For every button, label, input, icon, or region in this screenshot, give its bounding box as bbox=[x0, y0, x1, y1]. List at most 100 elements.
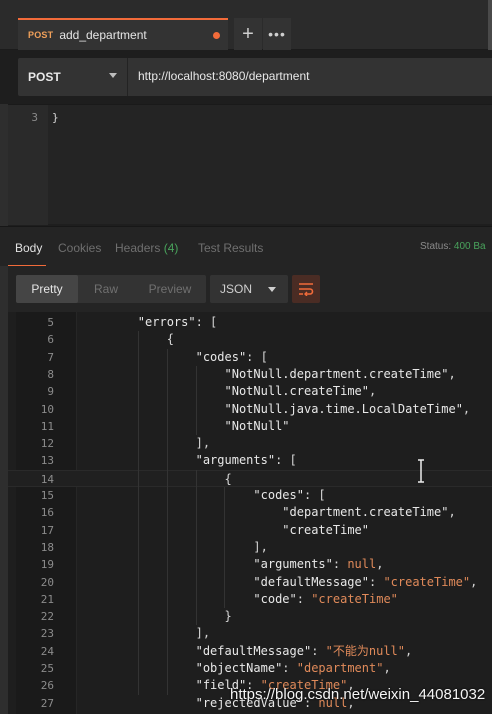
wrap-lines-button[interactable] bbox=[292, 275, 320, 303]
code-line: 20 "defaultMessage": "createTime", bbox=[8, 574, 492, 591]
code-line: 17 "createTime" bbox=[8, 522, 492, 539]
code-line: 22 } bbox=[8, 608, 492, 625]
request-code-line: } bbox=[52, 111, 59, 124]
code-text: ], bbox=[80, 539, 268, 554]
code-text: } bbox=[80, 609, 232, 624]
code-line: 25 "objectName": "department", bbox=[8, 660, 492, 677]
indent-guide bbox=[224, 487, 226, 609]
code-line: 11 "NotNull" bbox=[8, 418, 492, 435]
indent-guide bbox=[195, 365, 197, 436]
line-number: 27 bbox=[40, 696, 54, 710]
request-gutter: 3 bbox=[8, 105, 48, 225]
method-label: POST bbox=[28, 70, 61, 84]
line-number: 6 bbox=[47, 333, 54, 347]
code-line: 8 "NotNull.department.createTime", bbox=[8, 366, 492, 383]
more-tabs-button[interactable]: ••• bbox=[263, 18, 291, 50]
line-number: 10 bbox=[40, 402, 54, 416]
code-line: 16 "department.createTime", bbox=[8, 504, 492, 521]
headers-count: (4) bbox=[163, 241, 179, 255]
indent-guide bbox=[195, 469, 197, 626]
request-tab-strip: POST add_department + ••• bbox=[0, 0, 492, 50]
format-toolbar: Pretty Raw Preview JSON bbox=[8, 266, 492, 312]
code-text: "defaultMessage": "createTime", bbox=[253, 574, 478, 589]
line-number: 16 bbox=[40, 506, 54, 520]
method-select[interactable]: POST bbox=[18, 58, 128, 96]
tab-headers-label: Headers bbox=[115, 241, 161, 255]
unsaved-dot-icon bbox=[213, 32, 220, 39]
tab-title: add_department bbox=[59, 28, 147, 42]
format-select[interactable]: JSON bbox=[210, 275, 288, 303]
code-text: ], bbox=[80, 626, 211, 641]
code-text: "NotNull.createTime", bbox=[224, 384, 377, 399]
url-input[interactable]: http://localhost:8080/department bbox=[138, 69, 309, 83]
line-number: 20 bbox=[40, 575, 54, 589]
line-number: 23 bbox=[40, 627, 54, 641]
preview-button[interactable]: Preview bbox=[134, 275, 206, 303]
code-line: 9 "NotNull.createTime", bbox=[8, 383, 492, 400]
tab-headers[interactable]: Headers (4) bbox=[115, 241, 178, 255]
new-tab-button[interactable]: + bbox=[234, 18, 262, 50]
code-text: "codes": [ bbox=[253, 488, 326, 502]
request-tab[interactable]: POST add_department bbox=[18, 18, 228, 50]
tab-cookies[interactable]: Cookies bbox=[58, 241, 101, 255]
code-text: "arguments": [ bbox=[195, 453, 297, 468]
tab-test-results[interactable]: Test Results bbox=[198, 241, 263, 255]
line-number: 7 bbox=[47, 350, 54, 364]
line-number: 12 bbox=[40, 437, 54, 451]
code-line: 23 ], bbox=[8, 625, 492, 642]
line-number: 9 bbox=[47, 385, 54, 399]
view-mode-switch: Pretty Raw Preview bbox=[16, 275, 206, 303]
status-label: Status: bbox=[420, 241, 452, 252]
code-line: 10 "NotNull.java.time.LocalDateTime", bbox=[8, 401, 492, 418]
code-text: { bbox=[80, 471, 232, 486]
left-panel-edge bbox=[0, 104, 8, 714]
line-number: 19 bbox=[40, 558, 54, 572]
line-number: 22 bbox=[40, 610, 54, 624]
pretty-button[interactable]: Pretty bbox=[16, 275, 78, 303]
format-type: JSON bbox=[220, 282, 253, 296]
chevron-down-icon bbox=[268, 287, 276, 292]
panel-edge bbox=[488, 0, 492, 50]
raw-button[interactable]: Raw bbox=[78, 275, 134, 303]
request-body-editor[interactable]: 3 } bbox=[0, 104, 492, 225]
code-text: "objectName": "department", bbox=[195, 661, 391, 675]
tab-body[interactable]: Body bbox=[15, 241, 42, 255]
line-number: 15 bbox=[40, 489, 54, 502]
status-value: 400 Ba bbox=[453, 241, 486, 252]
code-text: "code": "createTime" bbox=[253, 591, 398, 606]
line-number: 13 bbox=[40, 454, 54, 468]
code-line: 18 ], bbox=[8, 539, 492, 556]
response-body-viewer[interactable]: 5 "errors": [6 {7 "codes": [8 "NotNull.d… bbox=[8, 312, 492, 714]
url-bar: POST http://localhost:8080/department bbox=[18, 58, 492, 96]
line-number: 26 bbox=[40, 679, 54, 693]
code-line: 19 "arguments": null, bbox=[8, 556, 492, 573]
watermark: https://blog.csdn.net/weixin_44081032 bbox=[230, 686, 486, 703]
line-number: 17 bbox=[40, 523, 54, 537]
line-number: 8 bbox=[47, 367, 54, 381]
code-text: "department.createTime", bbox=[282, 505, 456, 520]
line-number: 14 bbox=[40, 472, 54, 486]
line-number: 5 bbox=[47, 316, 54, 329]
line-number: 18 bbox=[40, 540, 54, 554]
code-text: "arguments": null, bbox=[253, 557, 384, 572]
text-cursor-icon bbox=[418, 459, 424, 483]
code-line: 7 "codes": [ bbox=[8, 349, 492, 366]
code-line: 12 ], bbox=[8, 435, 492, 452]
line-number: 24 bbox=[40, 644, 54, 658]
line-number: 21 bbox=[40, 592, 54, 606]
line-number: 3 bbox=[31, 111, 38, 124]
line-number: 25 bbox=[40, 662, 54, 675]
tab-method: POST bbox=[28, 30, 54, 40]
code-text: "defaultMessage": "不能为null", bbox=[195, 643, 413, 658]
code-line: 24 "defaultMessage": "不能为null", bbox=[8, 643, 492, 660]
code-line: 6 { bbox=[8, 331, 492, 348]
code-text: "codes": [ bbox=[195, 349, 268, 364]
code-line: 5 "errors": [ bbox=[8, 314, 492, 331]
response-tabs: Body Cookies Headers (4) Test Results St… bbox=[0, 226, 492, 267]
response-status: Status: 400 Ba bbox=[420, 241, 486, 252]
code-line: 21 "code": "createTime" bbox=[8, 591, 492, 608]
code-text: { bbox=[80, 332, 174, 347]
indent-guide bbox=[137, 331, 139, 695]
code-text: "errors": [ bbox=[137, 315, 218, 329]
chevron-down-icon bbox=[109, 73, 117, 78]
